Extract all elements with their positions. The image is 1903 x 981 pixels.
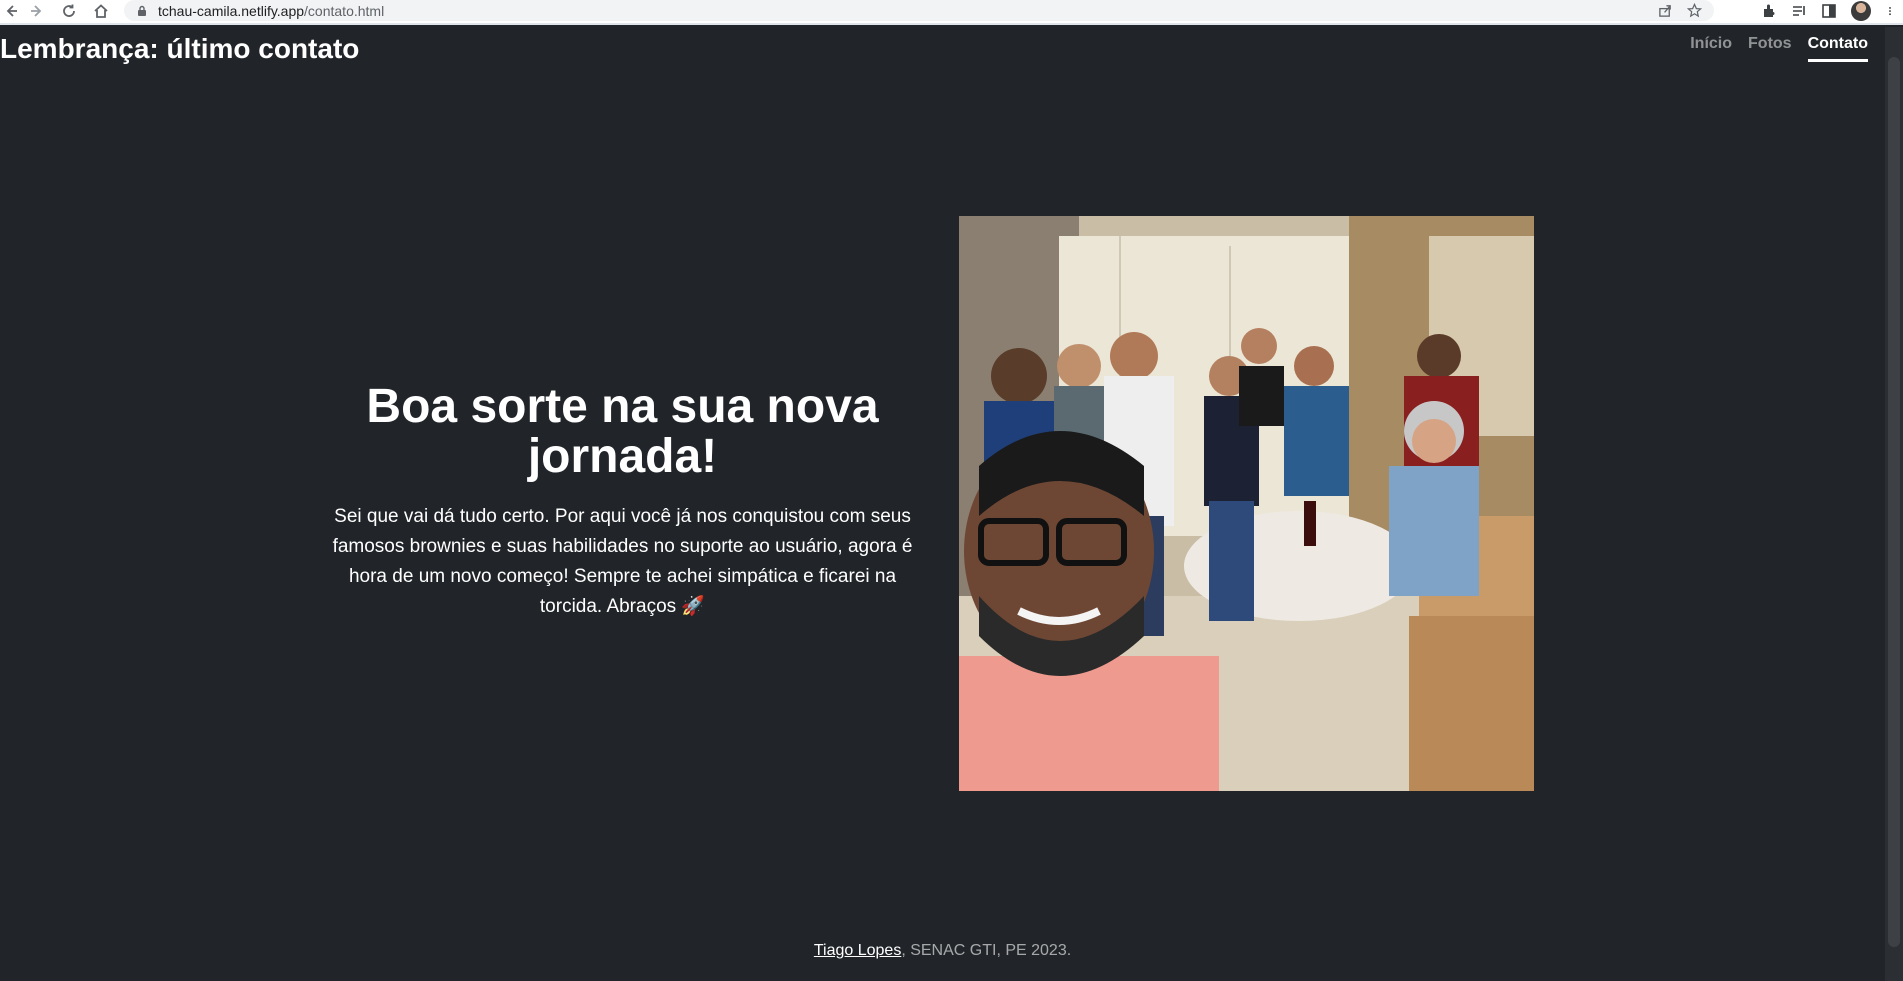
lock-icon <box>138 5 146 16</box>
page-scrollbar[interactable] <box>1885 27 1903 981</box>
back-icon[interactable] <box>0 0 22 22</box>
nav-link-fotos[interactable]: Fotos <box>1748 35 1792 62</box>
nav-link-inicio[interactable]: Início <box>1690 35 1732 62</box>
url-path: /contato.html <box>304 2 385 19</box>
farewell-message: Sei que vai dá tudo certo. Por aqui você… <box>332 506 913 617</box>
footer-credits: , SENAC GTI, PE 2023. <box>901 942 1072 959</box>
group-photo <box>959 216 1534 791</box>
farewell-heading: Boa sorte na sua nova jornada! <box>366 380 879 483</box>
home-icon[interactable] <box>90 0 112 22</box>
url-host: tchau-camila.netlify.app <box>158 2 305 19</box>
share-icon[interactable] <box>1658 3 1673 18</box>
scrollbar-thumb[interactable] <box>1888 57 1900 947</box>
bookmark-star-icon[interactable] <box>1687 3 1702 18</box>
menu-kebab-icon[interactable] <box>1885 3 1895 19</box>
site-footer: Tiago Lopes, SENAC GTI, PE 2023. <box>0 942 1885 960</box>
address-bar[interactable]: tchau-camila.netlify.app/contato.html <box>124 0 1714 21</box>
side-panel-icon[interactable] <box>1821 3 1837 19</box>
site-brand[interactable]: Lembrança: último contato <box>0 33 359 65</box>
site-header: Lembrança: último contato Início Fotos C… <box>0 27 1885 72</box>
nav-link-contato[interactable]: Contato <box>1807 35 1868 62</box>
extensions-icon[interactable] <box>1761 3 1777 19</box>
group-photo-illustration <box>959 216 1534 791</box>
browser-toolbar: tchau-camila.netlify.app/contato.html <box>0 0 1903 25</box>
message-section: Boa sorte na sua nova jornada! Sei que v… <box>330 382 915 622</box>
profile-avatar[interactable] <box>1851 0 1871 21</box>
reload-icon[interactable] <box>58 0 80 22</box>
author-link[interactable]: Tiago Lopes <box>814 942 901 959</box>
forward-icon[interactable] <box>26 0 48 22</box>
main-nav: Início Fotos Contato <box>1690 35 1868 62</box>
reading-list-icon[interactable] <box>1791 3 1807 19</box>
